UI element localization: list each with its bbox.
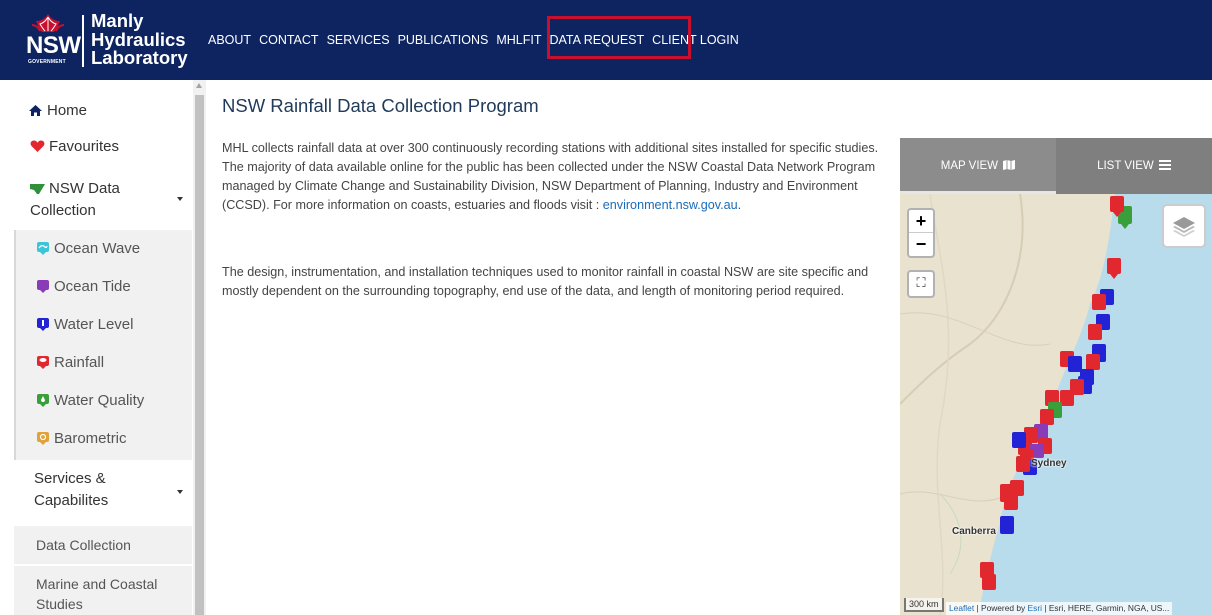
sidebar-services-label: Services & Capabilites: [34, 470, 109, 509]
lab-name: Manly Hydraulics Laboratory: [91, 10, 188, 68]
scroll-up-icon[interactable]: [196, 83, 202, 88]
ocean-wave-icon: [37, 242, 49, 255]
water-level-label: Water Level: [54, 316, 134, 333]
data-request-highlight-box: [547, 16, 691, 59]
sidebar-item-favourites[interactable]: Favourites: [14, 130, 192, 170]
sidebar-item-ocean-tide[interactable]: Ocean Tide: [16, 268, 194, 306]
ocean-wave-label: Ocean Wave: [54, 240, 141, 257]
lab-name-line1: Manly: [91, 10, 144, 31]
sidebar-item-rainfall[interactable]: Rainfall: [16, 344, 194, 382]
rainfall-marker[interactable]: [1092, 294, 1106, 310]
sidebar-home-label: Home: [47, 102, 88, 119]
ocean-tide-label: Ocean Tide: [54, 278, 131, 295]
nav-mhlfit[interactable]: MHLFIT: [496, 33, 541, 47]
scroll-thumb[interactable]: [195, 95, 204, 615]
logo-divider: [82, 15, 84, 67]
sidebar-item-nsw-data-collection[interactable]: NSW Data Collection: [14, 170, 192, 228]
map-canvas[interactable]: Sydney Canberra + − ⛶ 300 km Leaflet | P…: [900, 194, 1212, 615]
nsw-wordmark: NSW: [26, 32, 81, 59]
city-label-canberra: Canberra: [952, 526, 996, 537]
rainfall-marker[interactable]: [1004, 494, 1018, 510]
water-level-icon: [37, 318, 49, 331]
tab-list-view[interactable]: LIST VIEW: [1056, 138, 1212, 194]
nav-services[interactable]: SERVICES: [327, 33, 390, 47]
heart-icon: [30, 140, 45, 152]
lab-name-line3: Laboratory: [91, 47, 188, 68]
esri-link[interactable]: Esri: [1028, 603, 1042, 613]
attribution-rest: | Esri, HERE, Garmin, NGA, US...: [1041, 603, 1170, 613]
sidebar-item-home[interactable]: Home: [14, 90, 192, 130]
sidebar-item-services[interactable]: Services & Capabilites: [14, 462, 192, 522]
chevron-down-icon: [177, 490, 183, 494]
nav-publications[interactable]: PUBLICATIONS: [398, 33, 489, 47]
intro-text: MHL collects rainfall data at over 300 c…: [222, 141, 879, 212]
zoom-out-button[interactable]: −: [909, 233, 933, 256]
fullscreen-icon: ⛶: [916, 275, 926, 290]
rainfall-marker[interactable]: [1040, 409, 1054, 425]
fullscreen-button[interactable]: ⛶: [907, 270, 935, 298]
nav-about[interactable]: ABOUT: [208, 33, 251, 47]
zoom-in-button[interactable]: +: [909, 210, 933, 233]
sidebar-item-water-level[interactable]: Water Level: [16, 306, 194, 344]
station-map-widget: MAP VIEW LIST VIEW Sydney Canberra + − ⛶…: [900, 138, 1212, 615]
intro-text-end: .: [737, 198, 742, 212]
rainfall-icon: [37, 356, 49, 369]
leaflet-link[interactable]: Leaflet: [949, 603, 974, 613]
site-logo[interactable]: NSW GOVERNMENT Manly Hydraulics Laborato…: [22, 10, 197, 69]
water-level-marker[interactable]: [1012, 432, 1026, 448]
map-scale-bar: 300 km: [904, 598, 944, 612]
rainfall-marker[interactable]: [982, 574, 996, 590]
water-quality-icon: [37, 394, 49, 407]
tab-map-view[interactable]: MAP VIEW: [900, 138, 1056, 194]
layers-icon: [1173, 217, 1195, 237]
list-icon: [1158, 160, 1171, 170]
map-icon: [1003, 160, 1016, 170]
data-collection-label: Data Collection: [36, 537, 131, 553]
zoom-control: + −: [907, 208, 935, 258]
page-title: NSW Rainfall Data Collection Program: [222, 95, 539, 116]
water-level-marker[interactable]: [1068, 356, 1082, 372]
list-view-label: LIST VIEW: [1097, 160, 1154, 172]
rainfall-label: Rainfall: [54, 354, 105, 371]
design-paragraph: The design, instrumentation, and install…: [222, 265, 869, 298]
government-label: GOVERNMENT: [28, 59, 66, 65]
sidebar-favourites-label: Favourites: [49, 138, 120, 155]
map-view-label: MAP VIEW: [940, 160, 999, 172]
layers-button[interactable]: [1162, 204, 1206, 248]
nsw-map-icon: [30, 184, 45, 194]
barometric-icon: [37, 432, 49, 445]
rainfall-marker[interactable]: [1107, 258, 1121, 279]
rainfall-marker[interactable]: [1060, 390, 1074, 406]
map-attribution: Leaflet | Powered by Esri | Esri, HERE, …: [946, 602, 1173, 615]
intro-paragraph: MHL collects rainfall data at over 300 c…: [222, 139, 882, 215]
rainfall-marker[interactable]: [1016, 456, 1030, 472]
sidebar-item-barometric[interactable]: Barometric: [16, 420, 194, 458]
water-level-marker[interactable]: [1000, 516, 1014, 534]
station-markers: [980, 196, 1132, 590]
barometric-label: Barometric: [54, 430, 127, 447]
sidebar-item-water-quality[interactable]: Water Quality: [16, 382, 194, 420]
water-quality-label: Water Quality: [54, 392, 145, 409]
chevron-down-icon: [177, 197, 183, 201]
rainfall-marker[interactable]: [1086, 354, 1100, 370]
top-navbar: NSW GOVERNMENT Manly Hydraulics Laborato…: [0, 0, 1212, 80]
sidebar-item-data-collection[interactable]: Data Collection: [14, 526, 192, 564]
home-icon: [29, 105, 42, 116]
city-label-sydney: Sydney: [1031, 458, 1067, 469]
rainfall-marker[interactable]: [1088, 324, 1102, 340]
sidebar-item-ocean-wave[interactable]: Ocean Wave: [16, 230, 194, 268]
marine-coastal-label: Marine and Coastal Studies: [36, 576, 158, 612]
ocean-tide-icon: [37, 280, 49, 293]
nav-contact[interactable]: CONTACT: [259, 33, 319, 47]
map-view-tabs: MAP VIEW LIST VIEW: [900, 138, 1212, 194]
sidebar: Home Favourites NSW Data Collection Ocea…: [14, 80, 192, 615]
sidebar-scrollbar[interactable]: [193, 80, 206, 615]
data-collection-submenu: Ocean Wave Ocean Tide Water Level Rainfa…: [14, 230, 192, 460]
attribution-powered: | Powered by: [974, 603, 1028, 613]
environment-link[interactable]: environment.nsw.gov.au: [603, 198, 738, 212]
sidebar-item-marine-coastal[interactable]: Marine and Coastal Studies: [14, 566, 192, 615]
